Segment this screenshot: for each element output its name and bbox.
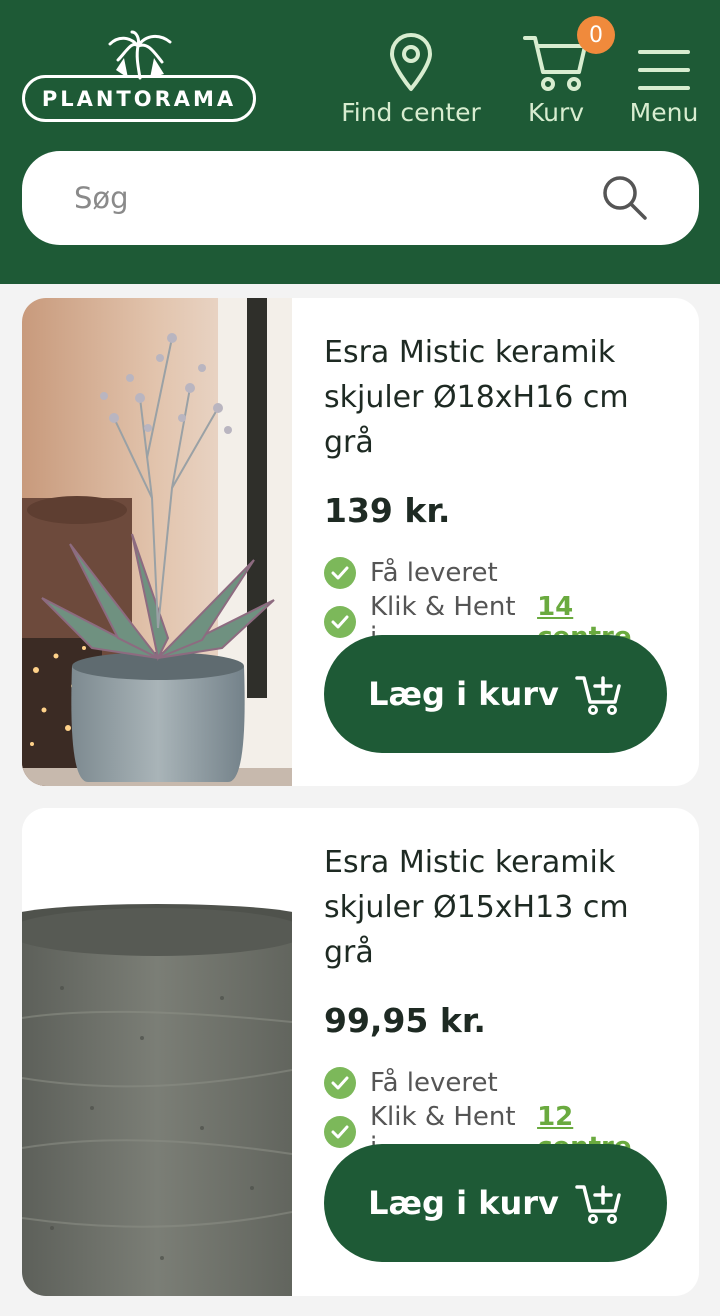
product-card[interactable]: Esra Mistic keramik skjuler Ø18xH16 cm g…	[22, 298, 699, 786]
product-title-line1: Esra Mistic keramik	[324, 845, 616, 880]
product-title[interactable]: Esra Mistic keramik skjuler Ø15xH13 cm g…	[324, 840, 675, 975]
add-to-cart-label: Læg i kurv	[368, 675, 559, 713]
logo-wordmark-box: PLANTORAMA	[22, 75, 256, 122]
product-image[interactable]	[22, 298, 292, 786]
product-title-line1: Esra Mistic keramik	[324, 335, 616, 370]
checkmark-icon	[324, 606, 356, 638]
hamburger-menu-icon	[637, 28, 691, 92]
add-to-cart-button[interactable]: Læg i kurv	[324, 635, 667, 753]
checkmark-icon	[324, 557, 356, 589]
cart-add-icon	[575, 676, 621, 715]
menu-button[interactable]: Menu	[628, 28, 700, 127]
product-info: Esra Mistic keramik skjuler Ø18xH16 cm g…	[324, 298, 675, 753]
product-price: 99,95 kr.	[324, 1001, 486, 1040]
menu-label: Menu	[629, 98, 699, 127]
product-image[interactable]	[22, 808, 292, 1296]
search-input[interactable]	[74, 173, 594, 223]
add-to-cart-button[interactable]: Læg i kurv	[324, 1144, 667, 1262]
add-to-cart-label: Læg i kurv	[368, 1184, 559, 1222]
delivery-availability: Få leveret	[324, 1064, 675, 1102]
delivery-label: Få leveret	[370, 558, 498, 588]
find-center-label: Find center	[341, 98, 481, 127]
cart-button[interactable]: 0 Kurv	[518, 16, 615, 127]
cart-add-icon	[575, 1185, 621, 1224]
product-info: Esra Mistic keramik skjuler Ø15xH13 cm g…	[324, 808, 675, 1262]
search-bar[interactable]	[22, 151, 699, 245]
delivery-label: Få leveret	[370, 1068, 498, 1098]
checkmark-icon	[324, 1067, 356, 1099]
plantorama-logo[interactable]: PLANTORAMA	[22, 30, 256, 122]
product-title-line2: skjuler Ø18xH16 cm grå	[324, 380, 629, 460]
product-card[interactable]: Esra Mistic keramik skjuler Ø15xH13 cm g…	[22, 808, 699, 1296]
logo-text: PLANTORAMA	[41, 86, 237, 111]
product-title-line2: skjuler Ø15xH13 cm grå	[324, 890, 629, 970]
product-price: 139 kr.	[324, 491, 451, 530]
delivery-availability: Få leveret	[324, 554, 675, 592]
search-icon[interactable]	[600, 173, 650, 223]
cart-count-badge: 0	[577, 16, 615, 54]
cart-icon: 0	[523, 16, 615, 92]
palm-logo-icon	[108, 30, 172, 80]
checkmark-icon	[324, 1116, 356, 1148]
cart-label: Kurv	[527, 98, 585, 127]
product-title[interactable]: Esra Mistic keramik skjuler Ø18xH16 cm g…	[324, 330, 675, 465]
site-header: PLANTORAMA Find center 0 Kurv Menu Søg	[0, 0, 720, 284]
find-center-button[interactable]: Find center	[341, 28, 481, 127]
location-pin-icon	[388, 28, 434, 92]
